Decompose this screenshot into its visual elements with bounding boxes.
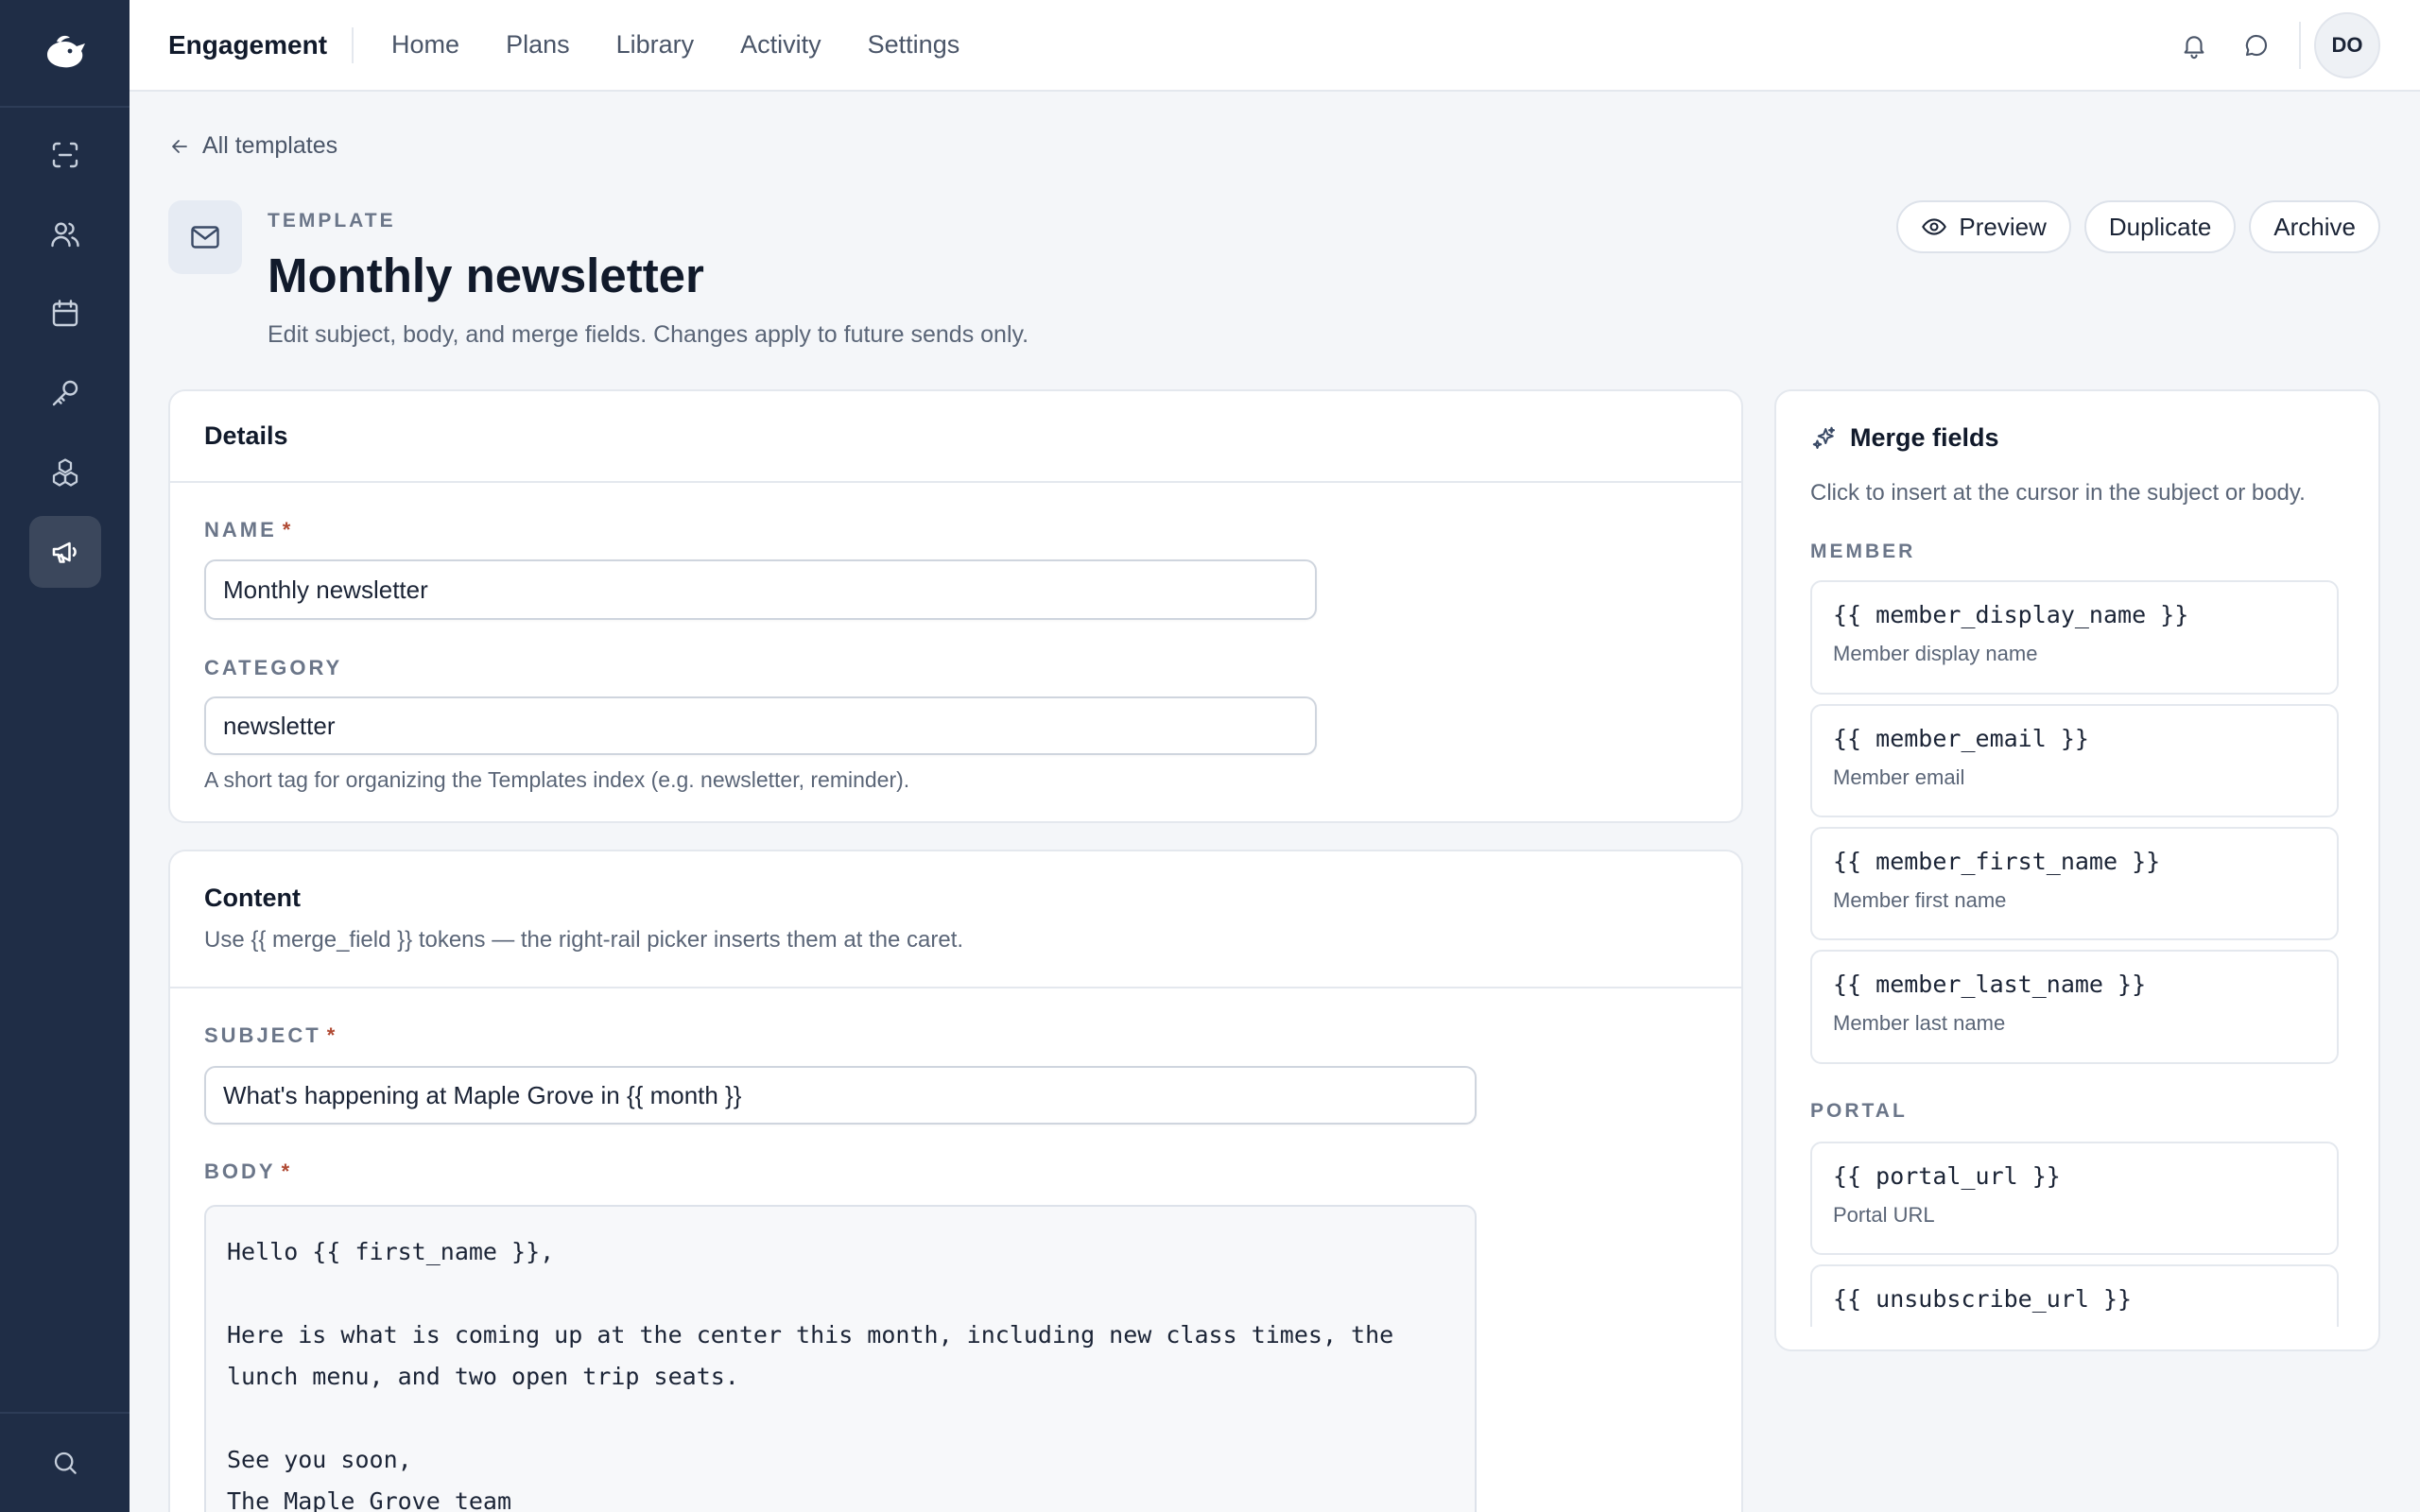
merge-group-portal-label: PORTAL [1810,1100,1908,1122]
merge-field-item[interactable]: {{ member_display_name }} Member display… [1810,580,2339,695]
page-subtitle: Edit subject, body, and merge fields. Ch… [268,321,1029,348]
arrow-left-icon [172,139,187,153]
nav-plans[interactable]: Plans [506,30,570,60]
bell-icon [2184,36,2204,60]
nav-home[interactable]: Home [391,30,459,60]
category-input-value: newsletter [223,711,336,740]
content-title: Content [204,884,301,912]
top-actions: DO [2163,12,2380,78]
content-card: Content Use {{ merge_field }} tokens — t… [168,850,1743,1512]
nav-library[interactable]: Library [616,30,695,60]
search-icon [54,1452,77,1474]
merge-field-item[interactable]: {{ member_last_name }} Member last name [1810,950,2339,1064]
body-label-text: BODY [204,1160,276,1183]
rail-item-users[interactable] [29,198,101,270]
archive-label: Archive [2273,212,2356,241]
merge-field-token: {{ portal_url }} [1833,1162,2061,1190]
merge-field-label: Member last name [1833,1011,2006,1035]
page-title: Monthly newsletter [268,249,704,302]
required-marker: * [282,518,294,541]
logo-icon [46,35,85,68]
top-bar: Engagement Home Plans Library Activity S… [130,0,2420,92]
merge-field-item[interactable]: {{ unsubscribe_url }} [1810,1264,2339,1327]
merge-field-item[interactable]: {{ portal_url }} Portal URL [1810,1142,2339,1255]
app-logo[interactable] [0,0,130,108]
merge-fields-panel: Merge fields Click to insert at the curs… [1774,389,2380,1351]
mail-icon [191,226,219,249]
body-field-label: BODY * [204,1160,292,1184]
merge-field-token: {{ unsubscribe_url }} [1833,1285,2133,1313]
content-card-header: Content Use {{ merge_field }} tokens — t… [170,851,1741,988]
scan-icon [52,142,78,168]
rail-item-calendar[interactable] [29,278,101,350]
rail-item-megaphone[interactable] [28,516,101,588]
subject-input[interactable]: What's happening at Maple Grove in {{ mo… [204,1066,1477,1125]
preview-label: Preview [1959,212,2047,241]
merge-field-label: Member display name [1833,642,2038,665]
template-icon-tile [168,200,242,274]
details-card-header: Details [170,391,1741,483]
app-title: Engagement [168,26,354,63]
divider [2299,22,2301,69]
notifications-button[interactable] [2163,14,2225,77]
merge-field-token: {{ member_first_name }} [1833,848,2161,875]
merge-field-label: Member first name [1833,888,2007,912]
merge-field-label: Portal URL [1833,1203,1935,1227]
merge-fields-scroll-area[interactable]: MEMBER {{ member_display_name }} Member … [1776,391,2378,1327]
main-nav: Home Plans Library Activity Settings [372,30,978,60]
nav-activity[interactable]: Activity [740,30,821,60]
merge-group-member-list: {{ member_display_name }} Member display… [1810,580,2339,1074]
category-label-text: CATEGORY [204,656,343,679]
subject-field-label: SUBJECT * [204,1023,337,1048]
megaphone-icon [52,541,77,563]
name-field-label: NAME * [204,518,293,542]
merge-field-item[interactable]: {{ member_email }} Member email [1810,704,2339,817]
preview-button[interactable]: Preview [1896,200,2071,253]
content-description: Use {{ merge_field }} tokens — the right… [204,927,964,953]
calendar-icon [52,300,78,327]
messages-button[interactable] [2225,14,2288,77]
name-label-text: NAME [204,518,277,541]
name-input-value: Monthly newsletter [223,575,428,604]
merge-field-token: {{ member_display_name }} [1833,601,2189,628]
key-icon [52,380,78,406]
rail-item-scan[interactable] [29,119,101,191]
subject-label-text: SUBJECT [204,1023,321,1047]
details-title: Details [204,421,288,450]
merge-field-token: {{ member_last_name }} [1833,971,2147,998]
archive-button[interactable]: Archive [2249,200,2380,253]
required-marker: * [281,1160,293,1183]
rail-item-key[interactable] [29,357,101,429]
page-eyebrow: TEMPLATE [268,210,396,232]
name-input[interactable]: Monthly newsletter [204,559,1317,620]
left-rail [0,0,130,1512]
category-input[interactable]: newsletter [204,696,1317,755]
breadcrumb-back-link[interactable]: All templates [168,132,337,160]
boxes-icon [52,458,78,487]
body-textarea[interactable]: Hello {{ first_name }}, Here is what is … [204,1205,1477,1512]
category-help-text: A short tag for organizing the Templates… [204,767,910,792]
merge-field-label: Member email [1833,765,1965,789]
users-icon [50,222,79,248]
merge-field-item[interactable]: {{ member_first_name }} Member first nam… [1810,827,2339,940]
merge-group-member-label: MEMBER [1810,541,1916,562]
duplicate-button[interactable]: Duplicate [2083,200,2237,253]
duplicate-label: Duplicate [2108,212,2212,241]
chat-bubble-icon [2245,34,2268,57]
rail-search[interactable] [0,1412,130,1512]
user-avatar[interactable]: DO [2314,12,2380,78]
merge-group-portal-list: {{ portal_url }} Portal URL {{ unsubscri… [1810,1142,2339,1327]
category-field-label: CATEGORY [204,656,342,680]
eye-icon [1922,218,1947,235]
required-marker: * [326,1023,338,1047]
merge-field-token: {{ member_email }} [1833,725,2089,752]
nav-settings[interactable]: Settings [868,30,960,60]
details-card: Details NAME * Monthly newsletter CATEGOR… [168,389,1743,823]
subject-input-value: What's happening at Maple Grove in {{ mo… [223,1080,742,1109]
header-actions: Preview Duplicate Archive [1883,200,2380,253]
rail-item-boxes[interactable] [29,437,101,508]
breadcrumb-label: All templates [202,132,338,159]
